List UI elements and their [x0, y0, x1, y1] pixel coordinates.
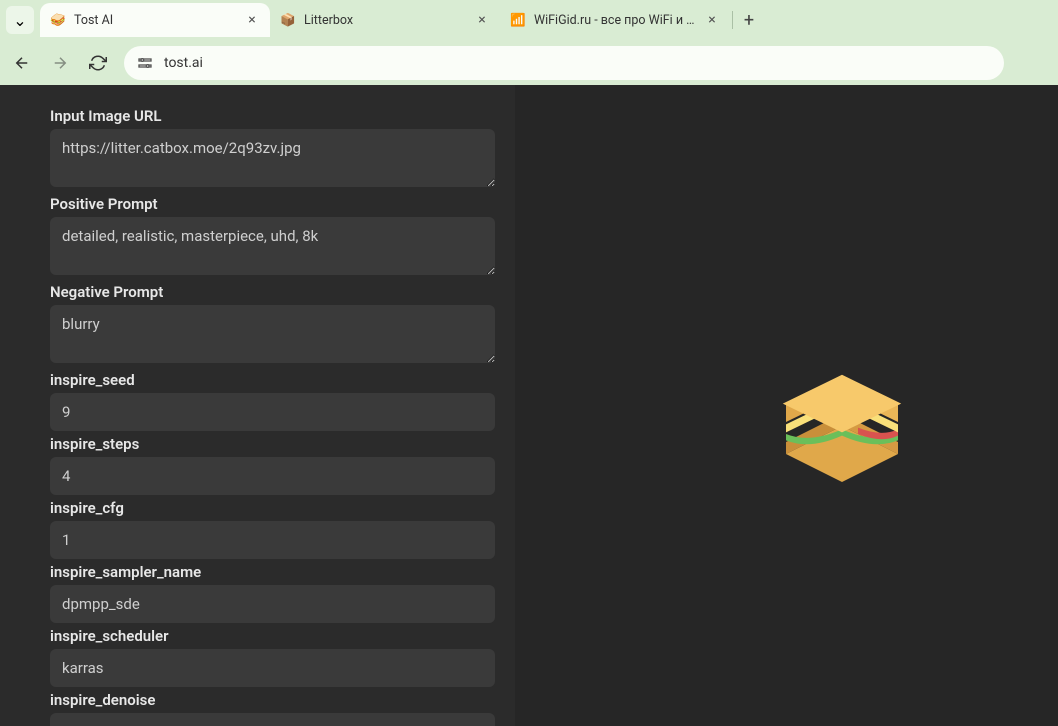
- reload-button[interactable]: [86, 51, 110, 75]
- form-panel: Input Image URL Positive Prompt Negative…: [0, 85, 515, 726]
- tab-litterbox[interactable]: 📦 Litterbox ×: [270, 3, 500, 37]
- tabs-row: ⌄ 🥪 Tost AI × 📦 Litterbox × 📶 WiFiGid.ru…: [0, 0, 1058, 40]
- field-inspire-seed: inspire_seed: [50, 371, 495, 431]
- inspire-denoise-input[interactable]: [50, 713, 495, 726]
- address-bar[interactable]: tost.ai: [124, 46, 1004, 80]
- chevron-down-icon: ⌄: [13, 11, 26, 30]
- app-content: Input Image URL Positive Prompt Negative…: [0, 85, 1058, 726]
- inspire-steps-input[interactable]: [50, 457, 495, 495]
- field-inspire-cfg: inspire_cfg: [50, 499, 495, 559]
- field-positive-prompt: Positive Prompt: [50, 195, 495, 279]
- browser-menu-button[interactable]: ⌄: [6, 6, 34, 34]
- reload-icon: [89, 54, 107, 72]
- forward-button[interactable]: [48, 51, 72, 75]
- close-icon[interactable]: ×: [474, 12, 490, 28]
- arrow-left-icon: [13, 54, 31, 72]
- box-icon: 📦: [280, 12, 296, 28]
- wifi-icon: 📶: [510, 12, 526, 28]
- inspire-cfg-input[interactable]: [50, 521, 495, 559]
- close-icon[interactable]: ×: [704, 12, 720, 28]
- label-positive-prompt: Positive Prompt: [50, 195, 495, 213]
- label-inspire-cfg: inspire_cfg: [50, 499, 495, 517]
- back-button[interactable]: [10, 51, 34, 75]
- sandwich-icon: [762, 346, 922, 506]
- tab-tost-ai[interactable]: 🥪 Tost AI ×: [40, 3, 270, 37]
- inspire-scheduler-input[interactable]: [50, 649, 495, 687]
- new-tab-button[interactable]: +: [735, 10, 763, 31]
- tab-title: Litterbox: [304, 13, 466, 28]
- field-inspire-steps: inspire_steps: [50, 435, 495, 495]
- url-text: tost.ai: [164, 55, 203, 71]
- label-inspire-sampler-name: inspire_sampler_name: [50, 563, 495, 581]
- field-inspire-sampler-name: inspire_sampler_name: [50, 563, 495, 623]
- browser-chrome: ⌄ 🥪 Tost AI × 📦 Litterbox × 📶 WiFiGid.ru…: [0, 0, 1058, 85]
- field-negative-prompt: Negative Prompt: [50, 283, 495, 367]
- field-input-image-url: Input Image URL: [50, 107, 495, 191]
- label-inspire-denoise: inspire_denoise: [50, 691, 495, 709]
- negative-prompt-textarea[interactable]: [50, 305, 495, 363]
- positive-prompt-textarea[interactable]: [50, 217, 495, 275]
- input-image-url-textarea[interactable]: [50, 129, 495, 187]
- field-inspire-scheduler: inspire_scheduler: [50, 627, 495, 687]
- tab-title: WiFiGid.ru - все про WiFi и бес: [534, 13, 696, 28]
- label-inspire-steps: inspire_steps: [50, 435, 495, 453]
- arrow-right-icon: [51, 54, 69, 72]
- inspire-seed-input[interactable]: [50, 393, 495, 431]
- inspire-sampler-name-input[interactable]: [50, 585, 495, 623]
- site-settings-icon[interactable]: [136, 54, 154, 72]
- tab-wifigid[interactable]: 📶 WiFiGid.ru - все про WiFi и бес ×: [500, 3, 730, 37]
- field-inspire-denoise: inspire_denoise: [50, 691, 495, 726]
- label-input-image-url: Input Image URL: [50, 107, 495, 125]
- tab-title: Tost AI: [74, 13, 236, 28]
- browser-toolbar: tost.ai: [0, 40, 1058, 85]
- sandwich-logo: [762, 346, 922, 506]
- close-icon[interactable]: ×: [244, 12, 260, 28]
- sandwich-icon: 🥪: [50, 12, 66, 28]
- label-negative-prompt: Negative Prompt: [50, 283, 495, 301]
- label-inspire-scheduler: inspire_scheduler: [50, 627, 495, 645]
- tab-separator: [732, 11, 733, 29]
- label-inspire-seed: inspire_seed: [50, 371, 495, 389]
- preview-panel: [515, 85, 1058, 726]
